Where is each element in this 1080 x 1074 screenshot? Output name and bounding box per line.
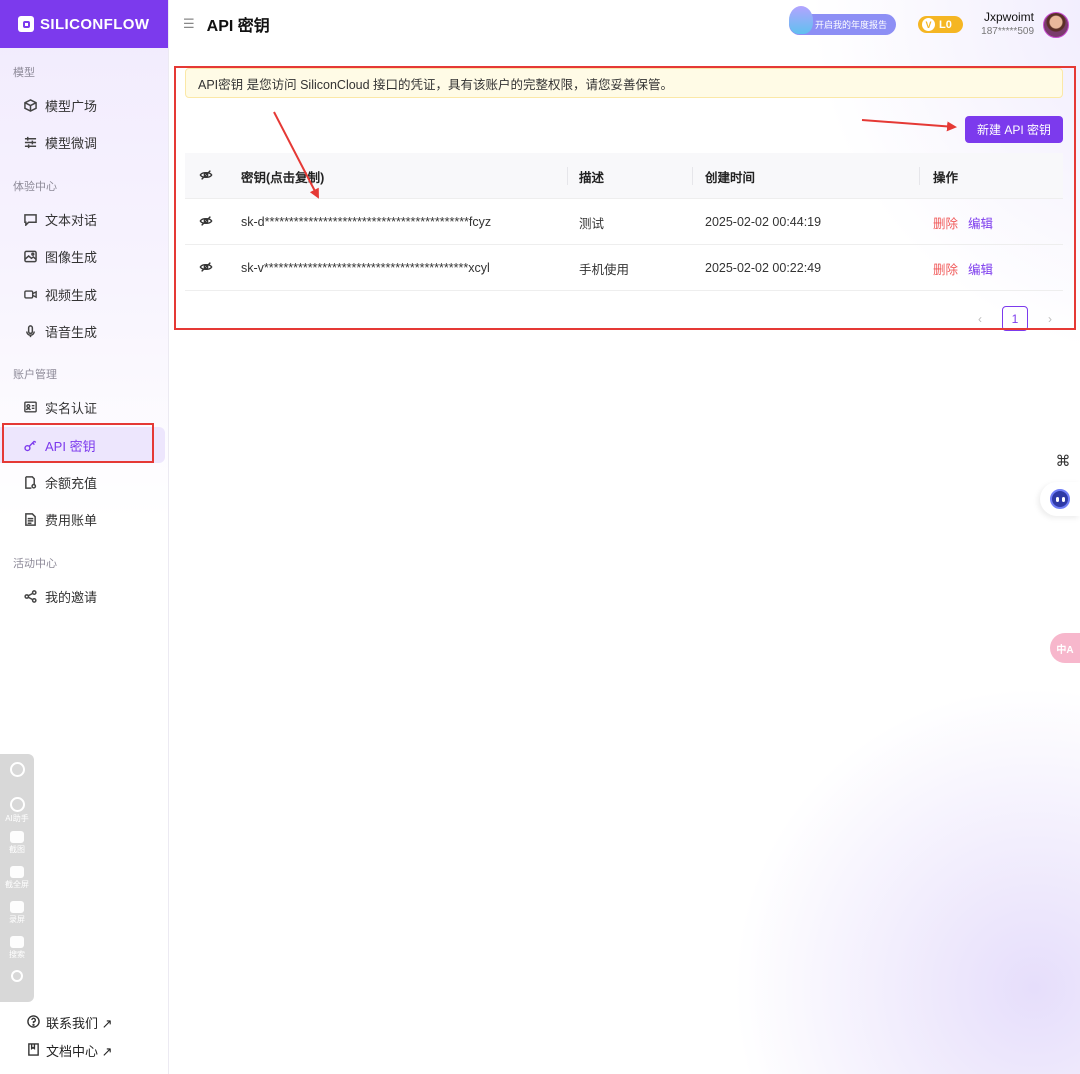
- user-phone: 187*****509: [981, 26, 1034, 37]
- video-icon: [24, 288, 37, 301]
- sidebar-item-billing[interactable]: 费用账单: [0, 501, 165, 537]
- grid-icon: ⌘: [1055, 453, 1071, 470]
- collapse-menu-icon[interactable]: ☰: [183, 16, 195, 32]
- contact-us-label: 联系我们 ↗: [46, 1016, 113, 1031]
- sidebar-item-label: 我的邀请: [45, 589, 98, 605]
- sidebar-item-label: 实名认证: [45, 400, 98, 416]
- ai-bot-widget[interactable]: [1040, 482, 1080, 516]
- report-mascot-icon: [789, 6, 813, 34]
- cube-icon: [24, 98, 37, 112]
- sidebar-item-label: 视频生成: [45, 287, 98, 303]
- shield-icon: [9, 762, 25, 777]
- microphone-icon: [24, 324, 37, 338]
- gear-icon: [11, 970, 23, 983]
- shield-tool[interactable]: [9, 762, 25, 794]
- section-label-models: 模型: [13, 67, 35, 79]
- search-tool[interactable]: 搜索: [9, 935, 25, 968]
- camera-icon: [10, 831, 24, 844]
- sidebar-item-text-chat[interactable]: 文本对话: [0, 201, 165, 237]
- level-badge[interactable]: V L0: [918, 16, 963, 33]
- sidebar-item-invites[interactable]: 我的邀请: [0, 578, 165, 614]
- sidebar-item-label: 费用账单: [45, 512, 98, 528]
- sidebar-item-label: 模型微调: [45, 135, 98, 151]
- doc-icon: [27, 1042, 40, 1059]
- fullscreen-capture-tool[interactable]: 截全屏: [5, 866, 29, 898]
- record-icon: [10, 900, 24, 913]
- tool-label: 搜索: [9, 949, 25, 959]
- id-card-icon: [24, 401, 37, 414]
- ai-assistant-icon: [9, 796, 25, 812]
- search-icon: [10, 935, 24, 948]
- contact-us-link[interactable]: 联系我们 ↗: [27, 1013, 113, 1032]
- sidebar-item-realname[interactable]: 实名认证: [0, 389, 165, 425]
- vip-icon: V: [922, 18, 935, 31]
- monitor-icon: [10, 866, 24, 879]
- sidebar-item-label: 余额充值: [45, 475, 98, 491]
- section-label-account: 账户管理: [13, 369, 57, 381]
- annotation-box-sidebar: [2, 423, 154, 463]
- sidebar-item-label: 模型广场: [45, 98, 98, 114]
- sidebar-item-label: 图像生成: [45, 249, 98, 265]
- record-tool[interactable]: 录屏: [9, 900, 25, 933]
- translate-icon: 中A: [1056, 644, 1074, 656]
- sidebar-item-recharge[interactable]: 余额充值: [0, 464, 165, 500]
- tool-label: 录屏: [9, 914, 25, 924]
- brand-logo[interactable]: SILICONFLOW: [0, 0, 168, 48]
- level-label: L0: [939, 18, 952, 31]
- sidebar-item-model-finetune[interactable]: 模型微调: [0, 124, 165, 160]
- sliders-icon: [24, 136, 37, 149]
- sidebar-item-label: 语音生成: [45, 324, 98, 340]
- page-title: API 密钥: [206, 18, 270, 35]
- tool-label: AI助手: [5, 813, 29, 823]
- image-icon: [24, 250, 37, 263]
- bill-icon: [24, 512, 37, 526]
- apps-grid-widget[interactable]: ⌘: [1046, 445, 1080, 477]
- share-icon: [24, 589, 37, 603]
- sidebar-item-model-square[interactable]: 模型广场: [0, 87, 165, 123]
- chat-icon: [24, 213, 37, 226]
- tool-label: 截图: [9, 845, 25, 855]
- user-name: Jxpwoimt: [983, 10, 1034, 24]
- sidebar-item-voice-gen[interactable]: 语音生成: [0, 313, 165, 349]
- tool-label: 截全屏: [5, 880, 29, 890]
- annotation-box-content: [174, 66, 1076, 330]
- ai-assistant-tool[interactable]: AI助手: [5, 796, 29, 829]
- docs-center-label: 文档中心 ↗: [46, 1044, 113, 1059]
- user-info[interactable]: Jxpwoimt 187*****509: [974, 10, 1034, 37]
- annual-report-label: 开启我的年度报告: [815, 20, 888, 30]
- sidebar-item-label: 文本对话: [45, 212, 98, 228]
- avatar[interactable]: [1043, 12, 1069, 38]
- settings-tool[interactable]: [11, 970, 23, 1002]
- section-label-experience: 体验中心: [13, 181, 57, 193]
- brand-name: SILICONFLOW: [40, 15, 150, 33]
- help-icon: [27, 1014, 40, 1031]
- wallet-icon: [24, 475, 37, 489]
- docs-center-link[interactable]: 文档中心 ↗: [27, 1041, 113, 1060]
- siliconflow-logo-icon: [18, 16, 34, 32]
- translate-widget[interactable]: 中A: [1050, 633, 1080, 663]
- screenshot-tool[interactable]: 截图: [9, 831, 25, 863]
- robot-face-icon: [1050, 489, 1070, 509]
- floating-toolbar: AI助手 截图 截全屏 录屏 搜索: [0, 754, 34, 1002]
- sidebar-item-video-gen[interactable]: 视频生成: [0, 276, 165, 312]
- top-header: ☰ API 密钥 开启我的年度报告 V L0 Jxpwoimt 187*****…: [169, 0, 1080, 48]
- sidebar-item-image-gen[interactable]: 图像生成: [0, 238, 165, 274]
- sidebar: SILICONFLOW 模型 模型广场 模型微调 体验中心 文本对话 图像生成 …: [0, 0, 169, 1074]
- section-label-activity: 活动中心: [13, 558, 57, 570]
